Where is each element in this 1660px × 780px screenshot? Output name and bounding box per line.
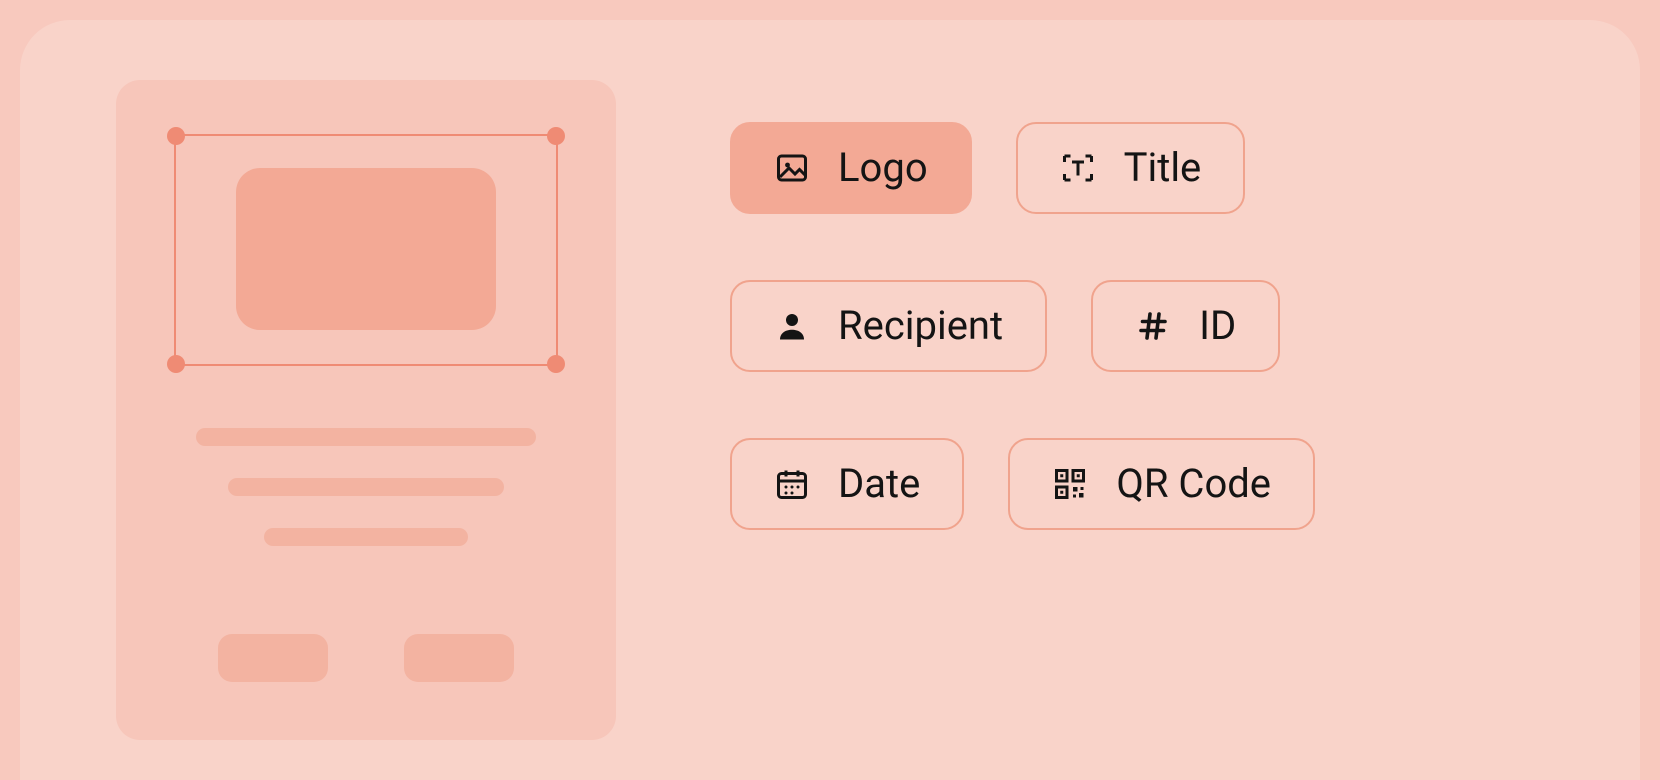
text-line-placeholder: [196, 428, 536, 446]
option-label: Logo: [838, 148, 928, 188]
hash-icon: [1135, 308, 1171, 344]
selection-outline[interactable]: [174, 134, 558, 366]
options-row: Date QR: [730, 438, 1580, 530]
option-logo[interactable]: Logo: [730, 122, 972, 214]
resize-handle-bottom-right[interactable]: [547, 355, 565, 373]
option-label: Recipient: [838, 306, 1003, 346]
calendar-icon: [774, 466, 810, 502]
person-icon: [774, 308, 810, 344]
editor-panel: Logo Title R: [20, 20, 1640, 780]
text-line-placeholder: [228, 478, 504, 496]
options-row: Logo Title: [730, 122, 1580, 214]
document-preview: [116, 80, 616, 740]
element-options: Logo Title R: [730, 122, 1580, 596]
option-label: Date: [838, 464, 920, 504]
option-label: QR Code: [1116, 464, 1271, 504]
option-title[interactable]: Title: [1016, 122, 1246, 214]
option-date[interactable]: Date: [730, 438, 964, 530]
option-qr-code[interactable]: QR Code: [1008, 438, 1315, 530]
text-field-icon: [1060, 150, 1096, 186]
resize-handle-top-left[interactable]: [167, 127, 185, 145]
option-label: ID: [1199, 306, 1236, 346]
text-line-placeholder: [264, 528, 468, 546]
option-id[interactable]: ID: [1091, 280, 1280, 372]
image-icon: [774, 150, 810, 186]
option-recipient[interactable]: Recipient: [730, 280, 1047, 372]
resize-handle-top-right[interactable]: [547, 127, 565, 145]
qr-code-icon: [1052, 466, 1088, 502]
option-label: Title: [1124, 148, 1202, 188]
resize-handle-bottom-left[interactable]: [167, 355, 185, 373]
signature-placeholder-right: [404, 634, 514, 682]
signature-placeholder-left: [218, 634, 328, 682]
options-row: Recipient ID: [730, 280, 1580, 372]
